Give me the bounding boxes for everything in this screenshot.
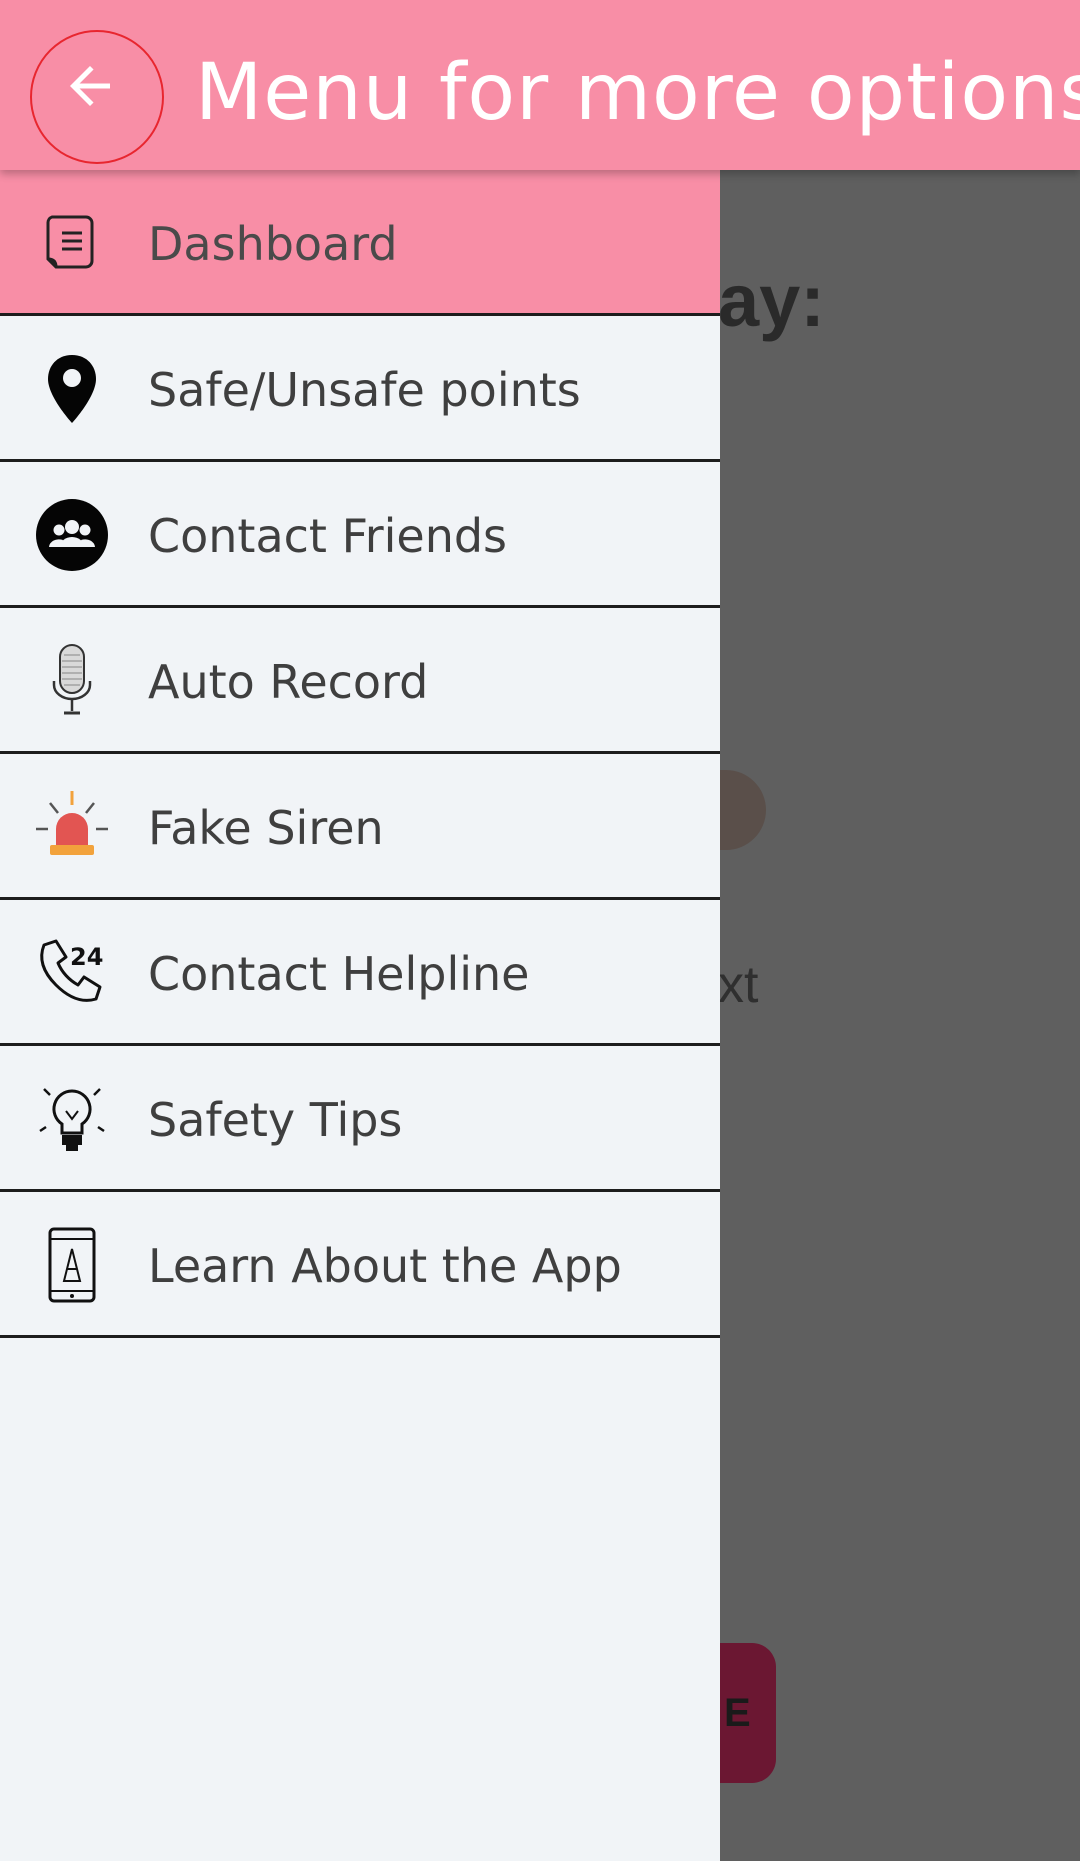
page-title: Menu for more options <box>195 48 1080 138</box>
nav-item-dashboard[interactable]: Dashboard <box>0 170 720 316</box>
nav-item-safe-unsafe-points[interactable]: Safe/Unsafe points <box>0 316 720 462</box>
nav-item-contact-helpline[interactable]: 24 Contact Helpline <box>0 900 720 1046</box>
background-text: xt <box>718 956 759 1014</box>
back-button[interactable] <box>30 30 164 164</box>
nav-label: Dashboard <box>148 217 398 271</box>
nav-label: Contact Friends <box>148 509 508 563</box>
nav-item-fake-siren[interactable]: Fake Siren <box>0 754 720 900</box>
background-button-label: E <box>724 1691 751 1735</box>
microphone-icon <box>52 644 92 715</box>
nav-label: Learn About the App <box>148 1239 622 1293</box>
navigation-drawer: Dashboard Safe/Unsafe points Contact Fri… <box>0 170 720 1861</box>
background-heading: ay: <box>718 259 825 342</box>
lightbulb-icon <box>39 1088 105 1151</box>
mobile-info-icon <box>48 1227 96 1303</box>
nav-item-learn-about-app[interactable]: Learn About the App <box>0 1192 720 1338</box>
screen: ay: xt E Menu for more options Dashboard <box>0 0 1080 1861</box>
group-icon <box>36 499 108 571</box>
svg-text:24: 24 <box>70 943 103 971</box>
nav-item-auto-record[interactable]: Auto Record <box>0 608 720 754</box>
nav-item-contact-friends[interactable]: Contact Friends <box>0 462 720 608</box>
nav-item-safety-tips[interactable]: Safety Tips <box>0 1046 720 1192</box>
app-bar: Menu for more options <box>0 0 1080 170</box>
nav-label: Contact Helpline <box>148 947 530 1001</box>
nav-label: Fake Siren <box>148 801 384 855</box>
phone-24-icon: 24 <box>40 939 103 1002</box>
map-pin-icon <box>48 355 96 423</box>
nav-label: Safe/Unsafe points <box>148 363 581 417</box>
nav-label: Auto Record <box>148 655 429 709</box>
arrow-left-icon <box>70 66 110 106</box>
nav-label: Safety Tips <box>148 1093 403 1147</box>
siren-icon <box>36 791 108 855</box>
document-icon <box>46 215 94 269</box>
